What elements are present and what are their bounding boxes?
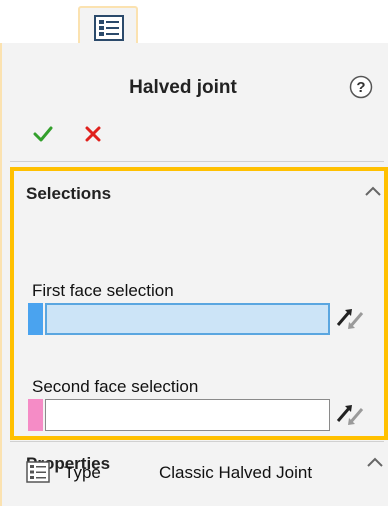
header-divider	[10, 161, 384, 162]
cancel-close-button[interactable]	[82, 123, 104, 145]
property-manager-icon	[94, 15, 124, 41]
swap-selection-icon[interactable]	[334, 399, 368, 431]
first-face-label: First face selection	[32, 281, 174, 300]
list-icon	[26, 461, 50, 483]
chevron-up-icon[interactable]	[364, 185, 382, 197]
first-face-color-swatch	[28, 303, 43, 335]
property-key: Type	[64, 463, 101, 482]
feature-header: Halved joint ?	[2, 73, 388, 103]
property-manager-tab[interactable]	[78, 6, 138, 44]
property-manager-panel: Halved joint ? Selections First face sel…	[0, 43, 388, 506]
help-icon[interactable]: ?	[349, 75, 373, 99]
ok-checkmark-button[interactable]	[32, 123, 54, 145]
group-divider	[10, 441, 384, 442]
property-value: Classic Halved Joint	[159, 463, 313, 482]
second-face-color-swatch	[28, 399, 43, 431]
property-row-type: Type Classic Halved Joint	[26, 461, 386, 485]
selections-group: Selections First face selection Second f…	[10, 167, 388, 440]
second-face-label: Second face selection	[32, 377, 199, 396]
selections-heading: Selections	[26, 184, 112, 203]
panel-tab-strip	[0, 0, 388, 44]
feature-title: Halved joint	[129, 77, 237, 98]
second-face-selection-box[interactable]	[45, 399, 330, 431]
first-face-selection-box[interactable]	[45, 303, 330, 335]
swap-selection-icon[interactable]	[334, 303, 368, 335]
svg-text:?: ?	[356, 79, 365, 96]
